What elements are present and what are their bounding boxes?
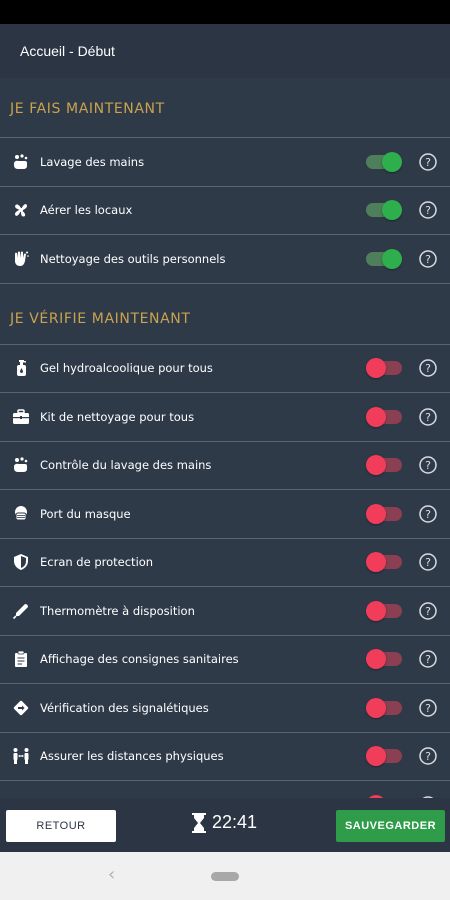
status-bar (0, 0, 450, 24)
app-bar: Accueil - Début (0, 24, 450, 78)
help-icon[interactable]: ? (419, 602, 437, 620)
thermometer-icon (12, 602, 30, 620)
toggle-switch[interactable] (366, 552, 402, 573)
mask-icon (12, 505, 30, 523)
list-item: Aérer les locaux ? (0, 187, 450, 235)
hourglass-icon (192, 812, 206, 833)
toggle-switch[interactable] (366, 649, 402, 670)
shield-icon (12, 553, 30, 571)
svg-text:?: ? (425, 750, 431, 763)
list-item: Vérification des signalétiques ? (0, 684, 450, 733)
list-item: ? (0, 781, 450, 798)
help-icon[interactable]: ? (419, 250, 437, 268)
clipboard-icon (12, 650, 30, 668)
hand-wash-icon (12, 153, 30, 171)
timer-value: 22:41 (212, 812, 258, 832)
bottom-bar: RETOUR 22:41 SAUVEGARDER (0, 798, 450, 852)
section-title-je-verifie: JE VÉRIFIE MAINTENANT (0, 284, 450, 345)
toggle-switch[interactable] (366, 503, 402, 524)
svg-text:?: ? (425, 702, 431, 715)
svg-text:?: ? (425, 653, 431, 666)
toggle-switch[interactable] (366, 406, 402, 427)
system-nav-bar: ‹ (0, 852, 450, 900)
toggle-switch[interactable] (366, 600, 402, 621)
toggle-switch[interactable] (366, 248, 402, 269)
clean-hands-icon (12, 250, 30, 268)
toggle-switch[interactable] (366, 151, 402, 172)
help-icon[interactable]: ? (419, 153, 437, 171)
help-icon[interactable]: ? (419, 650, 437, 668)
sanitizer-icon (12, 359, 30, 377)
distance-icon (12, 747, 30, 765)
save-button[interactable]: SAUVEGARDER (336, 810, 445, 842)
toggle-switch[interactable] (366, 358, 402, 379)
help-icon[interactable]: ? (419, 359, 437, 377)
help-icon[interactable]: ? (419, 699, 437, 717)
toggle-switch[interactable] (366, 746, 402, 767)
ventilation-icon (12, 201, 30, 219)
hand-wash-icon (12, 456, 30, 474)
list-item: Thermomètre à disposition ? (0, 587, 450, 636)
list-item: Contrôle du lavage des mains ? (0, 442, 450, 490)
list-item: Gel hydroalcoolique pour tous ? (0, 345, 450, 393)
svg-text:?: ? (425, 362, 431, 375)
list-item: Lavage des mains ? (0, 138, 450, 187)
help-icon[interactable]: ? (419, 456, 437, 474)
timer: 22:41 (192, 812, 257, 833)
list-item: Ecran de protection ? (0, 539, 450, 587)
help-icon[interactable]: ? (419, 505, 437, 523)
list-item: Nettoyage des outils personnels ? (0, 235, 450, 284)
breadcrumb: Accueil - Début (20, 43, 115, 59)
checklist[interactable]: JE FAIS MAINTENANT Lavage des mains ? Aé… (0, 80, 450, 798)
svg-text:?: ? (425, 556, 431, 569)
svg-text:?: ? (425, 411, 431, 424)
help-icon[interactable]: ? (419, 408, 437, 426)
list-item: Port du masque ? (0, 490, 450, 539)
help-icon[interactable]: ? (419, 201, 437, 219)
kit-icon (12, 408, 30, 426)
sign-icon (12, 699, 30, 717)
help-icon[interactable]: ? (419, 747, 437, 765)
toggle-switch[interactable] (366, 455, 402, 476)
nav-home-pill[interactable] (211, 872, 239, 881)
nav-back-icon[interactable]: ‹ (108, 864, 115, 885)
svg-text:?: ? (425, 508, 431, 521)
list-item: Kit de nettoyage pour tous ? (0, 393, 450, 442)
svg-text:?: ? (425, 156, 431, 169)
svg-text:?: ? (425, 204, 431, 217)
toggle-switch[interactable] (366, 697, 402, 718)
back-button[interactable]: RETOUR (6, 810, 116, 842)
section-title-je-fais: JE FAIS MAINTENANT (0, 80, 450, 138)
svg-text:?: ? (425, 605, 431, 618)
help-icon[interactable]: ? (419, 553, 437, 571)
list-item: Assurer les distances physiques ? (0, 733, 450, 781)
svg-text:?: ? (425, 253, 431, 266)
list-item: Affichage des consignes sanitaires ? (0, 636, 450, 684)
svg-text:?: ? (425, 459, 431, 472)
toggle-switch[interactable] (366, 200, 402, 221)
